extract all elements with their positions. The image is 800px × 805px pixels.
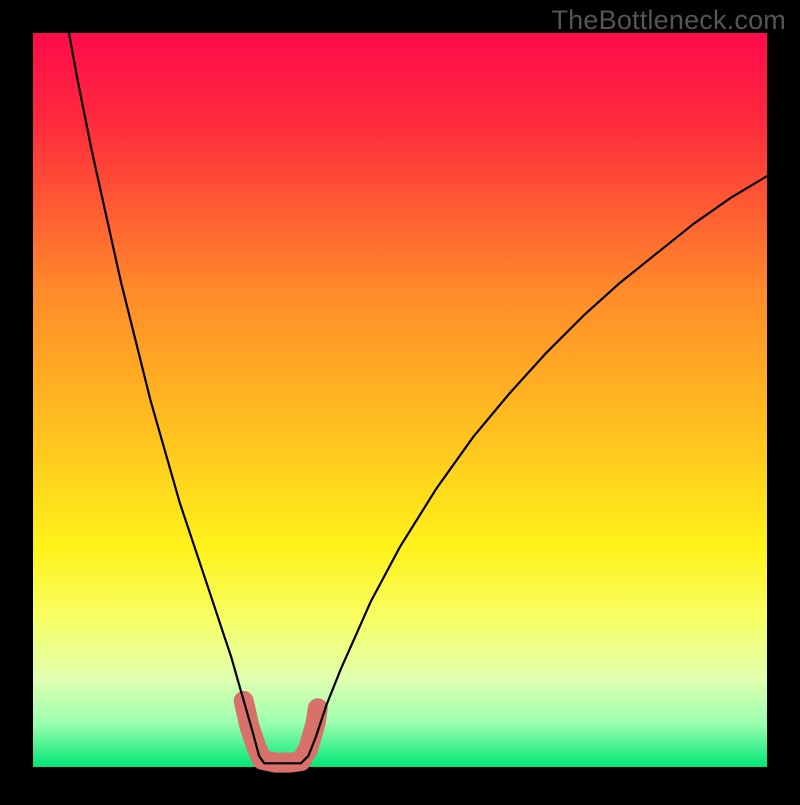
chart-svg xyxy=(0,0,800,800)
watermark-label: TheBottleneck.com xyxy=(551,5,786,36)
bottleneck-chart xyxy=(0,0,800,800)
